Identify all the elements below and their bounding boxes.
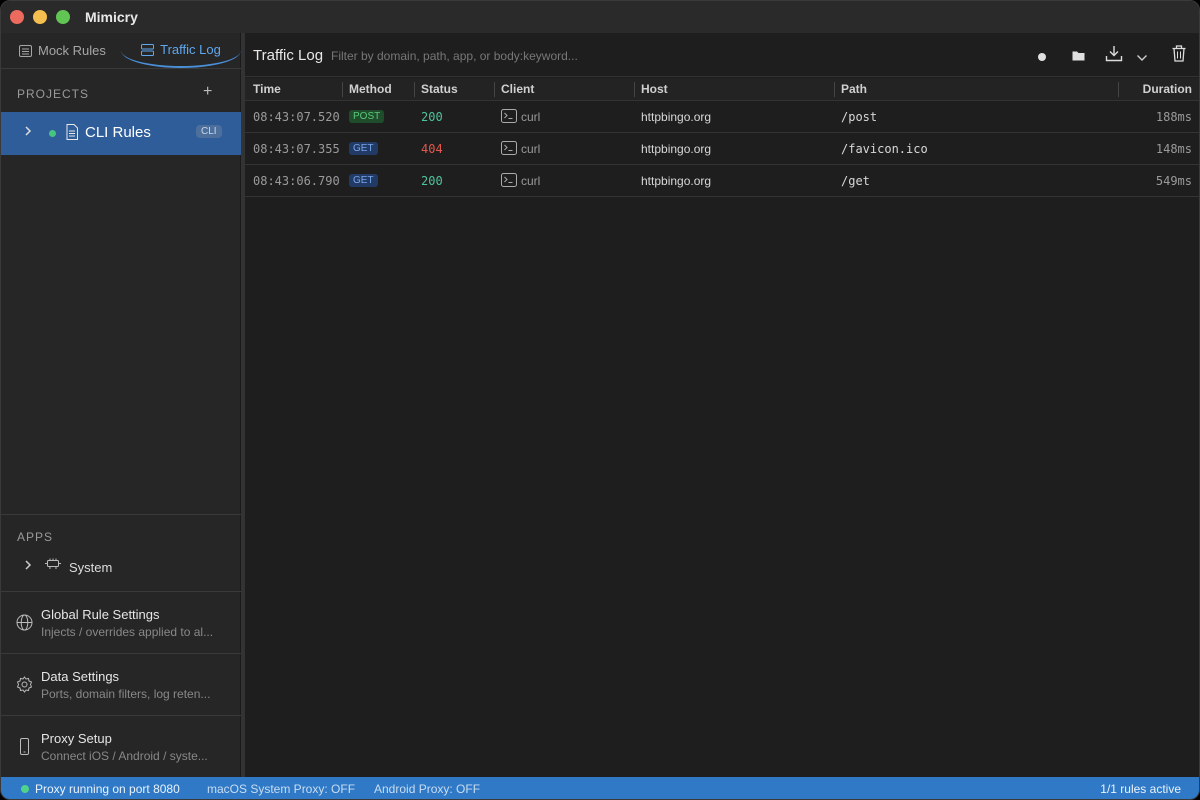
- chevron-down-icon[interactable]: [1136, 49, 1148, 67]
- global-rule-settings-item[interactable]: Global Rule Settings Injects / overrides…: [1, 591, 241, 653]
- cell-client: curl: [521, 174, 541, 188]
- app-window: Mimicry Mock Rules Traffic Log PROJECTS …: [0, 0, 1200, 800]
- cell-time: 08:43:06.790: [253, 174, 340, 188]
- maximize-window-button[interactable]: [56, 10, 70, 24]
- table-row[interactable]: 08:43:07.355 GET 404 curl httpbingo.org …: [245, 133, 1199, 165]
- title-bar: Mimicry: [1, 1, 1199, 33]
- filter-input[interactable]: [331, 44, 1011, 68]
- column-divider[interactable]: [1118, 82, 1119, 97]
- column-header-client[interactable]: Client: [501, 82, 534, 96]
- gear-icon: [16, 676, 33, 698]
- folder-icon[interactable]: [1072, 48, 1085, 66]
- chevron-right-icon[interactable]: [23, 558, 33, 575]
- server-icon: [141, 43, 155, 56]
- traffic-log-panel: Traffic Log Time Method Status: [245, 33, 1199, 777]
- cell-path: /favicon.ico: [841, 142, 928, 156]
- column-divider[interactable]: [414, 82, 415, 97]
- phone-icon: [16, 738, 33, 760]
- setting-subtitle: Ports, domain filters, log reten...: [41, 687, 211, 701]
- column-divider[interactable]: [634, 82, 635, 97]
- project-badge: CLI: [196, 125, 222, 138]
- minimize-window-button[interactable]: [33, 10, 47, 24]
- proxy-status-text: Proxy running on port 8080: [35, 782, 180, 796]
- project-item-cli-rules[interactable]: CLI Rules CLI: [1, 112, 241, 155]
- download-icon[interactable]: [1105, 45, 1123, 67]
- trash-icon[interactable]: [1172, 45, 1186, 67]
- cell-status: 200: [421, 174, 443, 188]
- cell-host: httpbingo.org: [641, 174, 712, 188]
- status-bar: Proxy running on port 8080 macOS System …: [1, 777, 1199, 799]
- column-header-host[interactable]: Host: [641, 82, 668, 96]
- column-header-method[interactable]: Method: [349, 82, 392, 96]
- method-badge: GET: [349, 174, 378, 187]
- apps-header: APPS: [17, 530, 54, 544]
- setting-title: Global Rule Settings: [41, 607, 160, 622]
- cell-client: curl: [521, 142, 541, 156]
- macos-proxy-status[interactable]: macOS System Proxy: OFF: [207, 782, 355, 796]
- globe-icon: [16, 614, 33, 636]
- rules-active-count: 1/1 rules active: [1100, 782, 1181, 796]
- window-title: Mimicry: [85, 9, 138, 25]
- cell-status: 200: [421, 110, 443, 124]
- column-divider[interactable]: [494, 82, 495, 97]
- method-badge: GET: [349, 142, 378, 155]
- proxy-setup-item[interactable]: Proxy Setup Connect iOS / Android / syst…: [1, 715, 241, 777]
- cell-duration: 188ms: [1155, 110, 1192, 124]
- app-item-system[interactable]: System: [1, 553, 241, 581]
- proxy-status-dot: [21, 785, 29, 793]
- table-row[interactable]: 08:43:07.520 POST 200 curl httpbingo.org…: [245, 101, 1199, 133]
- projects-header: PROJECTS: [17, 87, 90, 101]
- column-header-path[interactable]: Path: [841, 82, 867, 96]
- setting-subtitle: Injects / overrides applied to al...: [41, 625, 214, 639]
- cell-client: curl: [521, 110, 541, 124]
- project-label: CLI Rules: [85, 124, 151, 141]
- table-header: Time Method Status Client Host Path Dura…: [245, 78, 1199, 101]
- list-icon: [19, 44, 32, 57]
- terminal-icon: [501, 109, 517, 128]
- column-header-status[interactable]: Status: [421, 82, 458, 96]
- cell-host: httpbingo.org: [641, 110, 712, 124]
- android-proxy-status[interactable]: Android Proxy: OFF: [374, 782, 480, 796]
- column-divider[interactable]: [834, 82, 835, 97]
- column-divider[interactable]: [342, 82, 343, 97]
- document-icon: [66, 124, 78, 145]
- sidebar-tabs: Mock Rules Traffic Log: [1, 33, 241, 69]
- terminal-icon: [501, 173, 517, 192]
- setting-title: Data Settings: [41, 669, 120, 684]
- close-window-button[interactable]: [10, 10, 24, 24]
- column-header-time[interactable]: Time: [253, 82, 281, 96]
- cell-time: 08:43:07.520: [253, 110, 340, 124]
- cell-time: 08:43:07.355: [253, 142, 340, 156]
- sidebar: Mock Rules Traffic Log PROJECTS + CLI Ru…: [1, 33, 241, 777]
- add-project-button[interactable]: +: [203, 83, 212, 101]
- cell-path: /post: [841, 110, 878, 124]
- cell-path: /get: [841, 174, 870, 188]
- cell-status: 404: [421, 142, 443, 156]
- system-app-icon: [45, 558, 61, 577]
- cell-duration: 148ms: [1155, 142, 1192, 156]
- project-status-dot: [49, 130, 56, 137]
- record-icon[interactable]: [1037, 49, 1047, 67]
- tab-mock-rules-label: Mock Rules: [38, 43, 106, 58]
- setting-subtitle: Connect iOS / Android / syste...: [41, 749, 208, 763]
- data-settings-item[interactable]: Data Settings Ports, domain filters, log…: [1, 653, 241, 715]
- tab-mock-rules[interactable]: Mock Rules: [19, 33, 106, 68]
- page-title: Traffic Log: [253, 47, 324, 64]
- column-header-duration[interactable]: Duration: [1143, 82, 1192, 96]
- table-row[interactable]: 08:43:06.790 GET 200 curl httpbingo.org …: [245, 165, 1199, 197]
- tab-traffic-log-label: Traffic Log: [160, 42, 221, 57]
- cell-duration: 549ms: [1155, 174, 1192, 188]
- cell-host: httpbingo.org: [641, 142, 712, 156]
- chevron-right-icon[interactable]: [23, 124, 33, 141]
- setting-title: Proxy Setup: [41, 731, 112, 746]
- tab-traffic-log[interactable]: Traffic Log: [121, 33, 241, 68]
- divider: [1, 514, 241, 515]
- terminal-icon: [501, 141, 517, 160]
- app-item-label: System: [69, 560, 113, 575]
- method-badge: POST: [349, 110, 385, 123]
- toolbar: Traffic Log: [245, 33, 1199, 77]
